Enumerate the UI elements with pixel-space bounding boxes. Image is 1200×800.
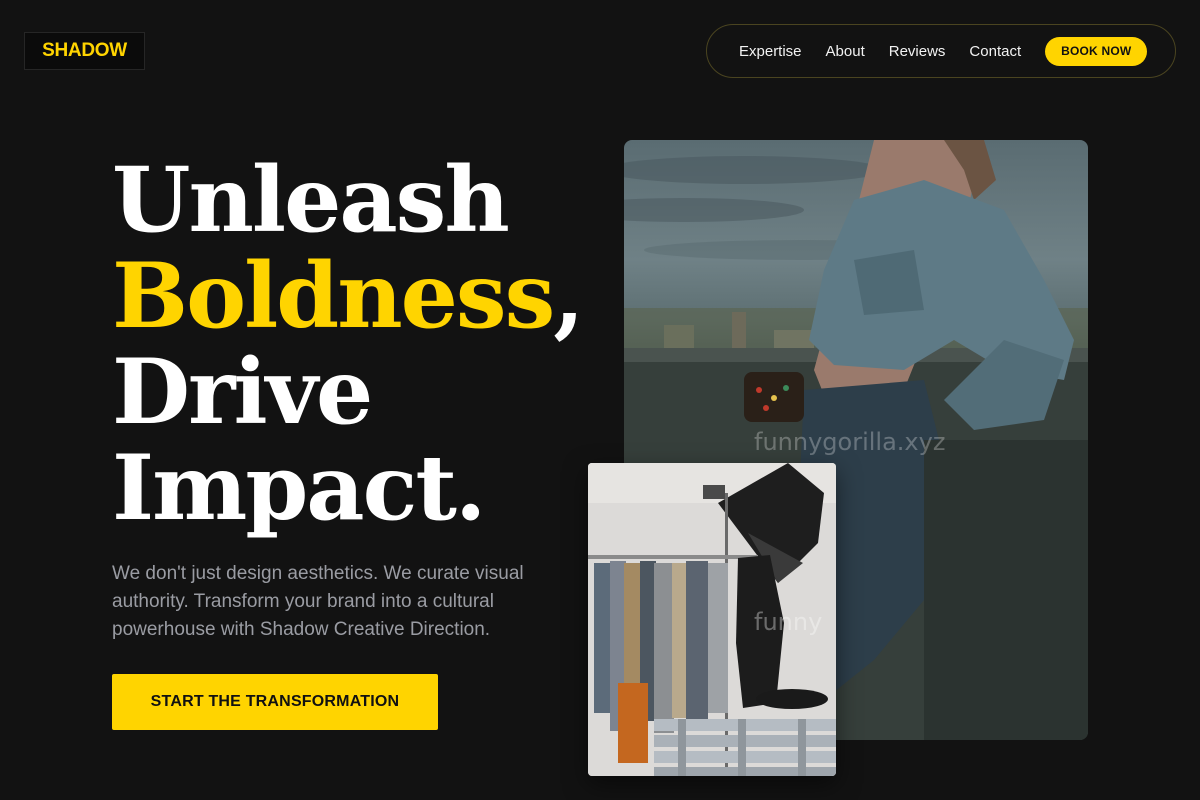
headline-line-1: Unleash: [112, 147, 510, 253]
small-photo-watermark: funny: [754, 608, 823, 636]
headline-comma: ,: [553, 243, 584, 349]
headline-accent-word: Boldness: [112, 243, 555, 349]
nav-link-expertise[interactable]: Expertise: [739, 43, 802, 60]
book-now-button[interactable]: BOOK NOW: [1045, 36, 1148, 66]
headline-line-2: Boldness,: [112, 248, 585, 344]
top-nav: Expertise About Reviews Contact BOOK NOW: [706, 24, 1176, 78]
main-photo-watermark: funnygorilla.xyz: [754, 428, 946, 456]
nav-link-contact[interactable]: Contact: [969, 43, 1021, 60]
nav-link-reviews[interactable]: Reviews: [889, 43, 946, 60]
landing-page: SHADOW Expertise About Reviews Contact B…: [0, 0, 1200, 800]
headline-line-4: Impact.: [112, 435, 486, 541]
start-transformation-button[interactable]: START THE TRANSFORMATION: [112, 674, 438, 730]
headline-line-3: Drive: [112, 339, 373, 445]
hero-headline: Unleash Boldness, Drive Impact.: [112, 147, 585, 541]
nav-link-about[interactable]: About: [826, 43, 865, 60]
brand-logo[interactable]: SHADOW: [24, 32, 145, 70]
hero-subtext: We don't just design aesthetics. We cura…: [112, 563, 524, 640]
brand-name: SHADOW: [42, 40, 127, 61]
